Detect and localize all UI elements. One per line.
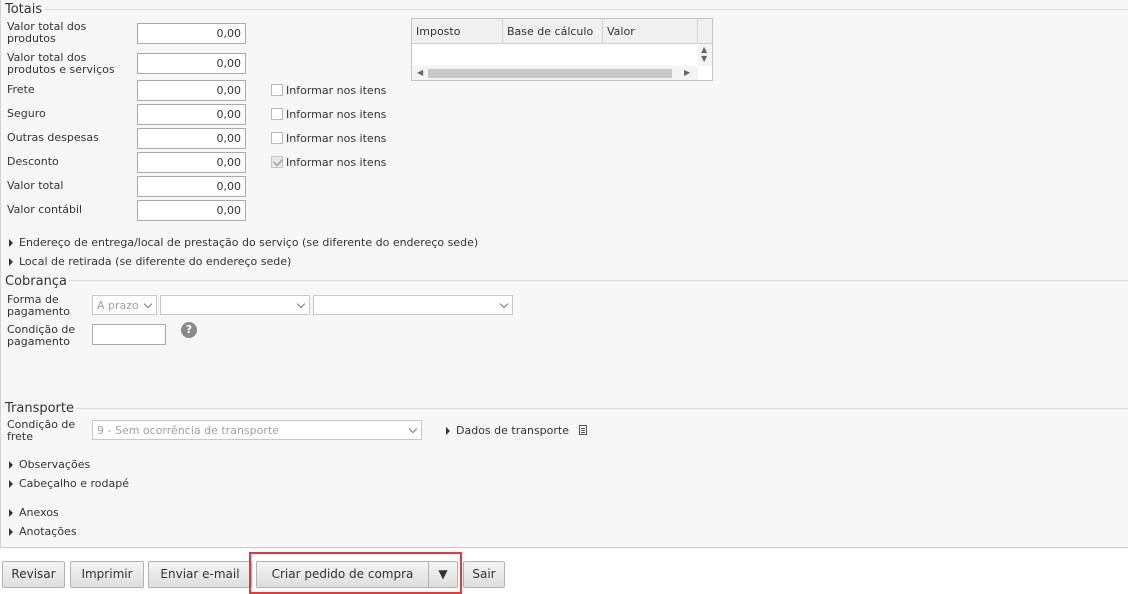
expand-arrow-icon xyxy=(9,258,13,266)
seguro-informar-checkbox[interactable] xyxy=(271,108,283,120)
desconto-informar-label: Informar nos itens xyxy=(286,156,387,169)
scroll-up-icon[interactable]: ▲ xyxy=(701,46,707,54)
label-valor-total: Valor total xyxy=(7,179,64,192)
expander-cabecalho-rodape[interactable]: Cabeçalho e rodapé xyxy=(9,477,129,490)
cobranca-title: Cobrança xyxy=(5,274,69,289)
expander-anexos[interactable]: Anexos xyxy=(9,506,59,519)
expander-anotacoes-label: Anotações xyxy=(19,525,77,538)
section-divider xyxy=(41,9,1128,10)
expander-local-retirada[interactable]: Local de retirada (se diferente do ender… xyxy=(9,255,291,268)
expander-anotacoes[interactable]: Anotações xyxy=(9,525,77,538)
highlight-box xyxy=(249,552,462,594)
desconto-input[interactable]: 0,00 xyxy=(137,152,246,173)
label-outras-despesas: Outras despesas xyxy=(7,131,99,144)
section-divider xyxy=(67,280,1128,281)
column-header-imposto[interactable]: Imposto xyxy=(412,19,503,44)
transporte-title: Transporte xyxy=(5,401,76,416)
revisar-button[interactable]: Revisar xyxy=(2,561,65,588)
expand-arrow-icon xyxy=(9,509,13,517)
tax-table: Imposto Base de cálculo Valor ▲ ▼ ◀ ▶ xyxy=(411,18,713,81)
form-panel: Totais Valor total dos produtos 0,00 Val… xyxy=(0,0,1128,548)
frete-informar-label: Informar nos itens xyxy=(286,84,387,97)
expand-arrow-icon xyxy=(9,480,13,488)
condicao-frete-select[interactable]: 9 - Sem ocorrência de transporte xyxy=(92,420,422,440)
sair-button[interactable]: Sair xyxy=(463,561,505,588)
expand-arrow-icon xyxy=(9,461,13,469)
forma-pagamento-select-2[interactable] xyxy=(160,295,310,315)
forma-pagamento-select-3[interactable] xyxy=(313,295,513,315)
expander-observacoes-label: Observações xyxy=(19,458,91,471)
vertical-scrollbar[interactable]: ▲ ▼ xyxy=(698,44,712,66)
section-divider xyxy=(75,408,1128,409)
forma-pagamento-select[interactable]: A prazo xyxy=(92,295,157,315)
label-frete: Frete xyxy=(7,83,35,96)
expander-endereco-entrega[interactable]: Endereço de entrega/local de prestação d… xyxy=(9,236,478,249)
scroll-down-icon[interactable]: ▼ xyxy=(701,55,707,63)
expander-endereco-entrega-label: Endereço de entrega/local de prestação d… xyxy=(19,236,479,249)
totais-title: Totais xyxy=(5,2,45,17)
enviar-email-button[interactable]: Enviar e-mail xyxy=(148,561,252,588)
expander-observacoes[interactable]: Observações xyxy=(9,458,90,471)
expand-arrow-icon xyxy=(9,528,13,536)
condicao-pagamento-input[interactable] xyxy=(92,324,166,345)
seguro-input[interactable]: 0,00 xyxy=(137,104,246,125)
valor-total-input[interactable]: 0,00 xyxy=(137,176,246,197)
expander-local-retirada-label: Local de retirada (se diferente do ender… xyxy=(19,255,292,268)
label-valor-contabil: Valor contábil xyxy=(7,203,83,216)
label-forma-pagamento: Forma de pagamento xyxy=(7,293,70,318)
tax-table-header: Imposto Base de cálculo Valor xyxy=(412,19,712,44)
label-valor-total-produtos: Valor total dos produtos xyxy=(7,20,87,45)
chevron-down-icon xyxy=(499,299,509,309)
label-valor-total-produtos-servicos: Valor total dos produtos e serviços xyxy=(7,51,115,76)
column-header-base-calculo[interactable]: Base de cálculo xyxy=(503,19,603,44)
expand-arrow-icon xyxy=(9,239,13,247)
label-seguro: Seguro xyxy=(7,107,46,120)
question-mark-icon[interactable]: ? xyxy=(181,322,197,338)
expander-dados-transporte-label: Dados de transporte xyxy=(456,424,569,437)
outras-despesas-input[interactable]: 0,00 xyxy=(137,128,246,149)
expander-anexos-label: Anexos xyxy=(19,506,59,519)
forma-pagamento-value: A prazo xyxy=(97,299,139,312)
valor-total-produtos-servicos-input[interactable]: 0,00 xyxy=(137,53,246,74)
column-header-valor[interactable]: Valor xyxy=(603,19,698,44)
expander-cabecalho-rodape-label: Cabeçalho e rodapé xyxy=(19,477,129,490)
label-condicao-pagamento: Condição de pagamento xyxy=(7,323,76,348)
horizontal-scroll-thumb[interactable] xyxy=(428,69,672,78)
valor-contabil-input[interactable]: 0,00 xyxy=(137,200,246,221)
expand-arrow-icon xyxy=(446,427,450,435)
scroll-left-icon[interactable]: ◀ xyxy=(417,69,423,77)
label-desconto: Desconto xyxy=(7,155,59,168)
horizontal-scrollbar[interactable]: ◀ ▶ xyxy=(412,66,698,80)
chevron-down-icon xyxy=(296,299,306,309)
valor-total-produtos-input[interactable]: 0,00 xyxy=(137,23,246,44)
frete-input[interactable]: 0,00 xyxy=(137,80,246,101)
chevron-down-icon xyxy=(143,299,153,309)
chevron-down-icon xyxy=(408,424,418,434)
document-icon[interactable] xyxy=(578,425,587,435)
frete-informar-checkbox[interactable] xyxy=(271,84,283,96)
imprimir-button[interactable]: Imprimir xyxy=(70,561,144,588)
outras-despesas-informar-label: Informar nos itens xyxy=(286,132,387,145)
expander-dados-transporte[interactable]: Dados de transporte xyxy=(446,424,587,437)
scroll-right-icon[interactable]: ▶ xyxy=(684,69,690,77)
outras-despesas-informar-checkbox[interactable] xyxy=(271,132,283,144)
condicao-frete-value: 9 - Sem ocorrência de transporte xyxy=(97,424,279,437)
desconto-informar-checkbox[interactable] xyxy=(271,156,283,168)
seguro-informar-label: Informar nos itens xyxy=(286,108,387,121)
label-condicao-frete: Condição de frete xyxy=(7,418,76,443)
